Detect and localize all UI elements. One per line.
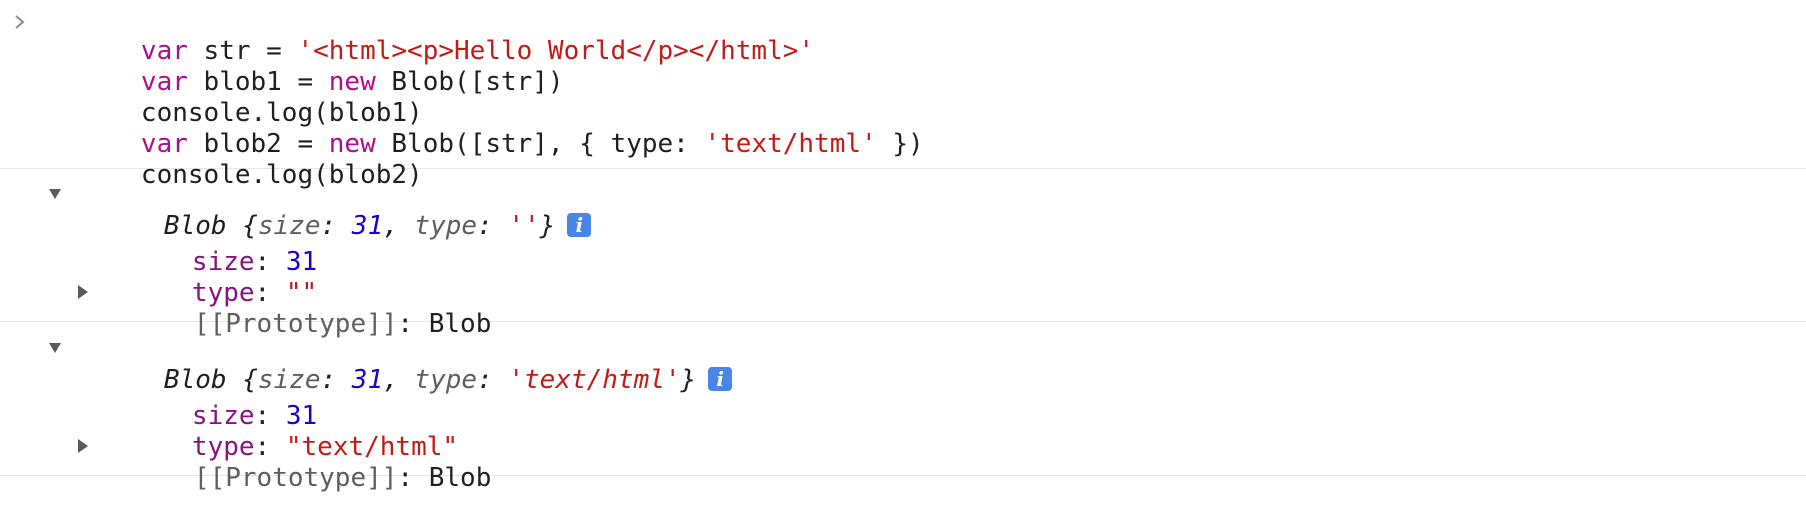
property-row-size: size: 31 (191, 401, 318, 431)
triangle-down-icon[interactable] (48, 342, 62, 354)
triangle-right-icon[interactable] (77, 438, 89, 454)
code-line-2: var blob1 = new Blob([str]) (140, 67, 564, 97)
code-line-4: var blob2 = new Blob([str], { type: 'tex… (140, 129, 924, 159)
triangle-right-icon[interactable] (77, 284, 89, 300)
code-line-1: var str = '<html><p>Hello World</p></htm… (140, 36, 815, 66)
console-output-entry-blob2: Blob {size: 31, type: 'text/html'} i size… (0, 322, 1806, 493)
info-icon[interactable]: i (708, 366, 733, 391)
property-row-type: type: "text/html" (191, 432, 459, 462)
property-row-type: type: "" (191, 278, 318, 308)
triangle-down-icon[interactable] (48, 188, 62, 200)
property-row-size: size: 31 (191, 247, 318, 277)
console-input-block[interactable]: var str = '<html><p>Hello World</p></htm… (0, 0, 1806, 190)
code-line-5: console.log(blob2) (140, 160, 423, 190)
chevron-right-icon (15, 15, 25, 29)
console-output-entry-blob1: Blob {size: 31, type: ''} i size: 31 type… (0, 168, 1806, 339)
info-icon[interactable]: i (567, 212, 592, 237)
code-line-3: console.log(blob1) (140, 98, 423, 128)
prototype-row[interactable]: [[Prototype]]: Blob (100, 276, 491, 339)
devtools-console: var str = '<html><p>Hello World</p></htm… (0, 0, 1806, 493)
object-summary[interactable]: Blob {size: 31, type: ''} i (70, 178, 592, 241)
object-summary[interactable]: Blob {size: 31, type: 'text/html'} i (70, 332, 733, 395)
prototype-row[interactable]: [[Prototype]]: Blob (100, 430, 491, 493)
